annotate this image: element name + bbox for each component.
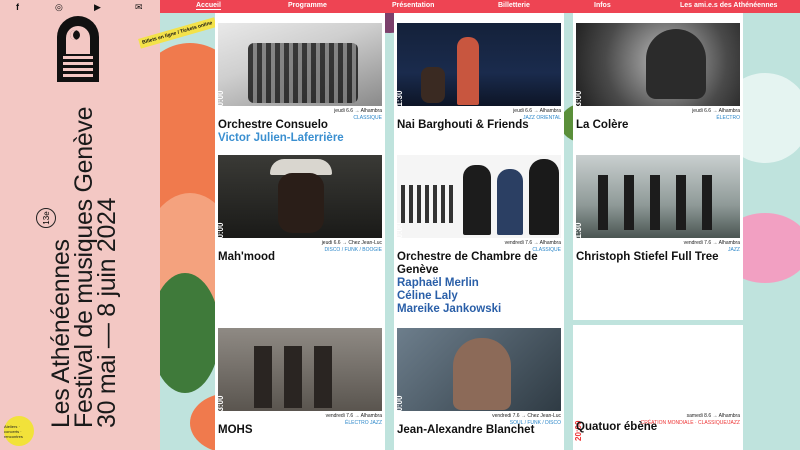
event-title: Jean-Alexandre Blanchet — [397, 424, 535, 436]
nav-item-amis[interactable]: Les ami.e.s des Athénéennes — [680, 2, 777, 9]
event-date-venue: jeudi 6.6 → Alhambra — [334, 108, 382, 114]
event-title: Quatuor ébène — [576, 421, 658, 433]
event-subtitle: Mareike Jankowski — [397, 303, 502, 315]
event-subtitle: Victor Julien-Laferrière — [218, 132, 344, 144]
youtube-icon[interactable]: ▶ — [94, 2, 101, 12]
musician-silhouette — [463, 165, 491, 235]
logo-step — [63, 62, 93, 65]
event-card[interactable]: 20:00 samedi 8.6 → Alhambra CRÉATION MON… — [573, 325, 743, 450]
artist-silhouette — [453, 338, 511, 410]
event-card[interactable]: 21:30 jeudi 6.6 → Alhambra JAZZ ORIENTAL… — [394, 13, 564, 153]
event-photo — [576, 155, 740, 238]
musician-silhouette — [497, 169, 523, 235]
event-card[interactable]: 00:00 jeudi 6.6 → Chez Jean-Luc DISCO / … — [215, 145, 385, 320]
event-time: 23:00 — [574, 90, 583, 111]
logo-step — [63, 68, 93, 71]
event-photo — [218, 23, 382, 106]
event-title: Orchestre Consuelo Victor Julien-Laferri… — [218, 119, 384, 145]
musician-silhouette — [529, 159, 559, 235]
event-photo — [397, 155, 561, 238]
event-card[interactable]: 21:30 vendredi 7.6 → Alhambra JAZZ Chris… — [573, 145, 743, 320]
moon-icon — [70, 30, 80, 40]
nav-item-accueil[interactable]: Accueil — [196, 2, 221, 10]
event-date-venue: jeudi 6.6 → Alhambra — [513, 108, 561, 114]
nav-item-programme[interactable]: Programme — [288, 2, 327, 9]
event-photo — [576, 23, 740, 106]
event-photo — [397, 23, 561, 106]
event-title: Nai Barghouti & Friends — [397, 119, 529, 131]
event-title-text: Orchestre de Chambre de Genève — [397, 251, 538, 276]
event-card[interactable]: 00:00 vendredi 7.6 → Chez Jean-Luc SOUL … — [394, 318, 564, 450]
event-title-text: Orchestre Consuelo — [218, 119, 328, 131]
orchestra-silhouette — [248, 43, 358, 103]
event-card[interactable]: 23:00 jeudi 6.6 → Alhambra ÉLECTRO La Co… — [573, 13, 743, 153]
event-title: Christoph Stiefel Full Tree — [576, 251, 719, 263]
event-subtitle: Céline Laly — [397, 290, 458, 302]
singer-silhouette — [457, 37, 479, 105]
event-card[interactable]: 23:00 vendredi 7.6 → Alhambra ÉLECTRO JA… — [215, 318, 385, 450]
sidebar: f ◎ ▶ ✉ 13e Les Athénéennes Festival de … — [0, 0, 160, 450]
event-time: 21:30 — [395, 90, 404, 111]
nav-item-presentation[interactable]: Présentation — [392, 2, 434, 9]
top-nav: Accueil Programme Présentation Billetter… — [160, 0, 800, 13]
artist-silhouette — [278, 173, 324, 233]
event-time: 20:00 — [395, 222, 404, 243]
event-title: La Colère — [576, 119, 629, 131]
event-photo — [218, 328, 382, 411]
event-date-venue: vendredi 7.6 → Alhambra — [683, 240, 740, 246]
event-subtitle: Raphaël Merlin — [397, 277, 479, 289]
event-title: Mah'mood — [218, 251, 276, 263]
facebook-icon[interactable]: f — [16, 2, 19, 12]
event-date-venue: vendredi 7.6 → Alhambra — [504, 240, 561, 246]
band-silhouette — [598, 175, 728, 230]
event-title: Orchestre de Chambre de Genève Raphaël M… — [397, 251, 563, 316]
nav-item-infos[interactable]: Infos — [594, 2, 611, 9]
instagram-icon[interactable]: ◎ — [55, 2, 63, 12]
event-photo — [397, 328, 561, 411]
event-date-venue: vendredi 7.6 → Chez Jean-Luc — [492, 413, 561, 419]
social-links: f ◎ ▶ ✉ — [0, 2, 160, 14]
logo-step — [63, 74, 93, 77]
event-card[interactable]: 20:00 vendredi 7.6 → Alhambra CLASSIQUE … — [394, 145, 564, 320]
event-date-venue: jeudi 6.6 → Alhambra — [692, 108, 740, 114]
event-card[interactable]: 20:00 jeudi 6.6 → Alhambra CLASSIQUE Orc… — [215, 13, 385, 153]
event-time: 21:30 — [574, 222, 583, 243]
event-date-venue: vendredi 7.6 → Alhambra — [325, 413, 382, 419]
event-time: 00:00 — [395, 395, 404, 416]
guitarist-silhouette — [421, 67, 445, 103]
event-date-venue: jeudi 6.6 → Chez Jean-Luc — [321, 240, 382, 246]
event-date-venue: samedi 8.6 → Alhambra — [686, 413, 740, 419]
festival-title: Les Athénéennes Festival de musiques Gen… — [47, 107, 121, 428]
event-time: 00:00 — [216, 222, 225, 243]
nav-item-billetterie[interactable]: Billetterie — [498, 2, 530, 9]
logo-step — [63, 56, 93, 59]
band-silhouette — [254, 346, 344, 408]
festival-logo[interactable] — [57, 16, 99, 82]
round-badge: Ateliers · concerts · rencontres — [4, 416, 34, 446]
ensemble-silhouette — [401, 185, 455, 223]
event-time: 23:00 — [216, 395, 225, 416]
artist-silhouette — [646, 29, 706, 99]
event-title: MOHS — [218, 424, 253, 436]
event-time: 20:00 — [216, 90, 225, 111]
event-photo — [218, 155, 382, 238]
title-line-3: 30 mai — 8 juin 2024 — [93, 197, 121, 428]
mail-icon[interactable]: ✉ — [135, 2, 143, 12]
